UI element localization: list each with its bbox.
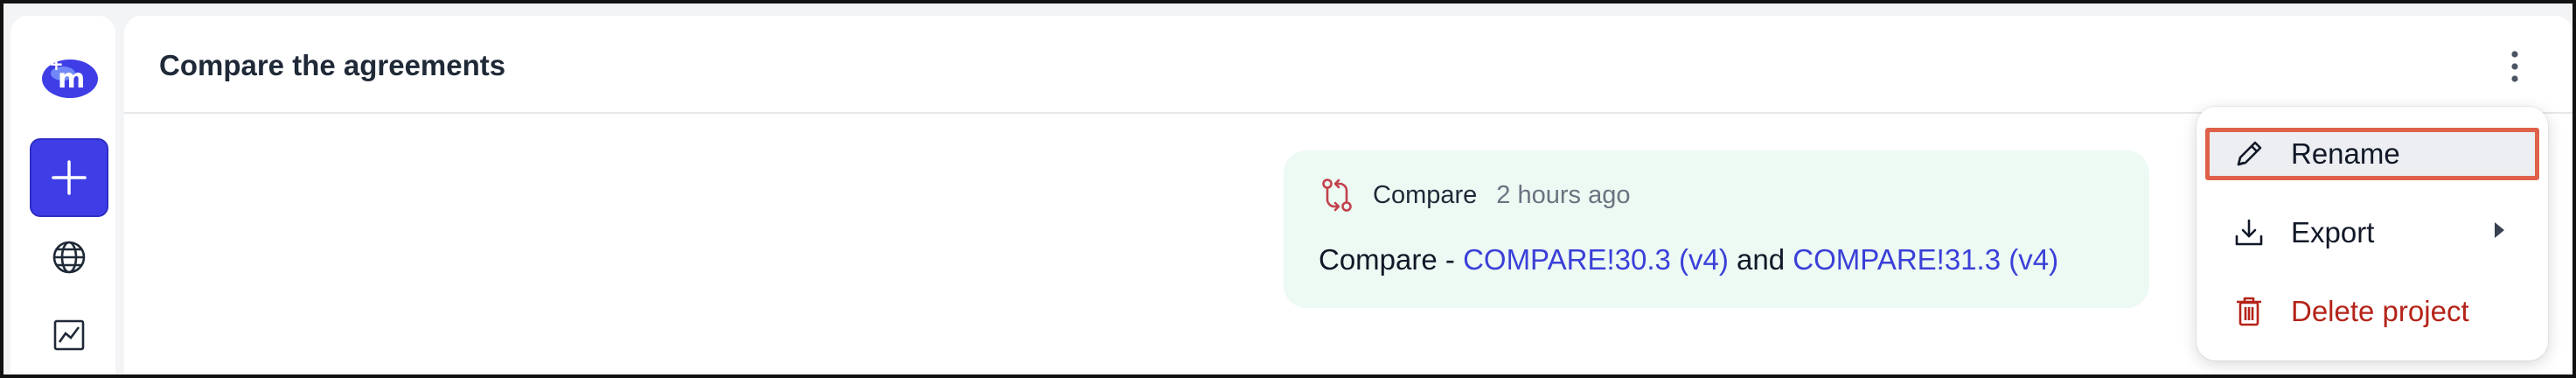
message-conjunction: and	[1728, 243, 1793, 276]
more-vertical-icon	[2511, 51, 2518, 82]
app-window: m + Compare the agreements Compare 2 hou…	[0, 0, 2576, 378]
globe-icon	[52, 241, 86, 274]
project-options-menu: Rename Export Delete project	[2197, 107, 2548, 360]
page-header: Compare the agreements	[124, 16, 2573, 114]
pencil-icon	[2237, 141, 2262, 166]
menu-item-export[interactable]: Export	[2205, 206, 2539, 259]
trash-icon	[2237, 297, 2261, 326]
submenu-caret-icon	[2495, 222, 2504, 238]
sidebar-item-globe[interactable]	[49, 237, 89, 277]
message-text: Compare - COMPARE!30.3 (v4) and COMPARE!…	[1319, 243, 2058, 276]
sidebar-divider	[28, 374, 103, 376]
document-link-b[interactable]: COMPARE!31.3 (v4)	[1793, 243, 2058, 276]
menu-item-label: Delete project	[2291, 295, 2469, 327]
chart-line-icon	[53, 319, 85, 351]
menu-item-label: Export	[2291, 216, 2375, 248]
menu-item-rename[interactable]: Rename	[2205, 128, 2539, 180]
svg-text:+: +	[49, 53, 64, 74]
more-options-button[interactable]	[2499, 47, 2531, 86]
page-title: Compare the agreements	[159, 49, 506, 81]
download-icon	[2235, 219, 2263, 246]
compare-icon	[1322, 178, 1352, 212]
brand-logo-icon[interactable]: m +	[37, 49, 100, 105]
message-bubble: Compare 2 hours ago Compare - COMPARE!30…	[1284, 150, 2149, 308]
message-timestamp: 2 hours ago	[1496, 180, 1631, 209]
message-prefix: Compare -	[1319, 243, 1464, 276]
message-type: Compare	[1373, 180, 1478, 209]
message-header: Compare 2 hours ago	[1319, 177, 1630, 214]
document-link-a[interactable]: COMPARE!30.3 (v4)	[1463, 243, 1729, 276]
new-project-button[interactable]	[30, 138, 108, 217]
sidebar-item-analytics[interactable]	[49, 315, 89, 355]
menu-item-delete-project[interactable]: Delete project	[2205, 285, 2539, 338]
menu-item-label: Rename	[2291, 137, 2400, 170]
sidebar: m +	[10, 16, 115, 376]
plus-icon	[52, 160, 87, 195]
